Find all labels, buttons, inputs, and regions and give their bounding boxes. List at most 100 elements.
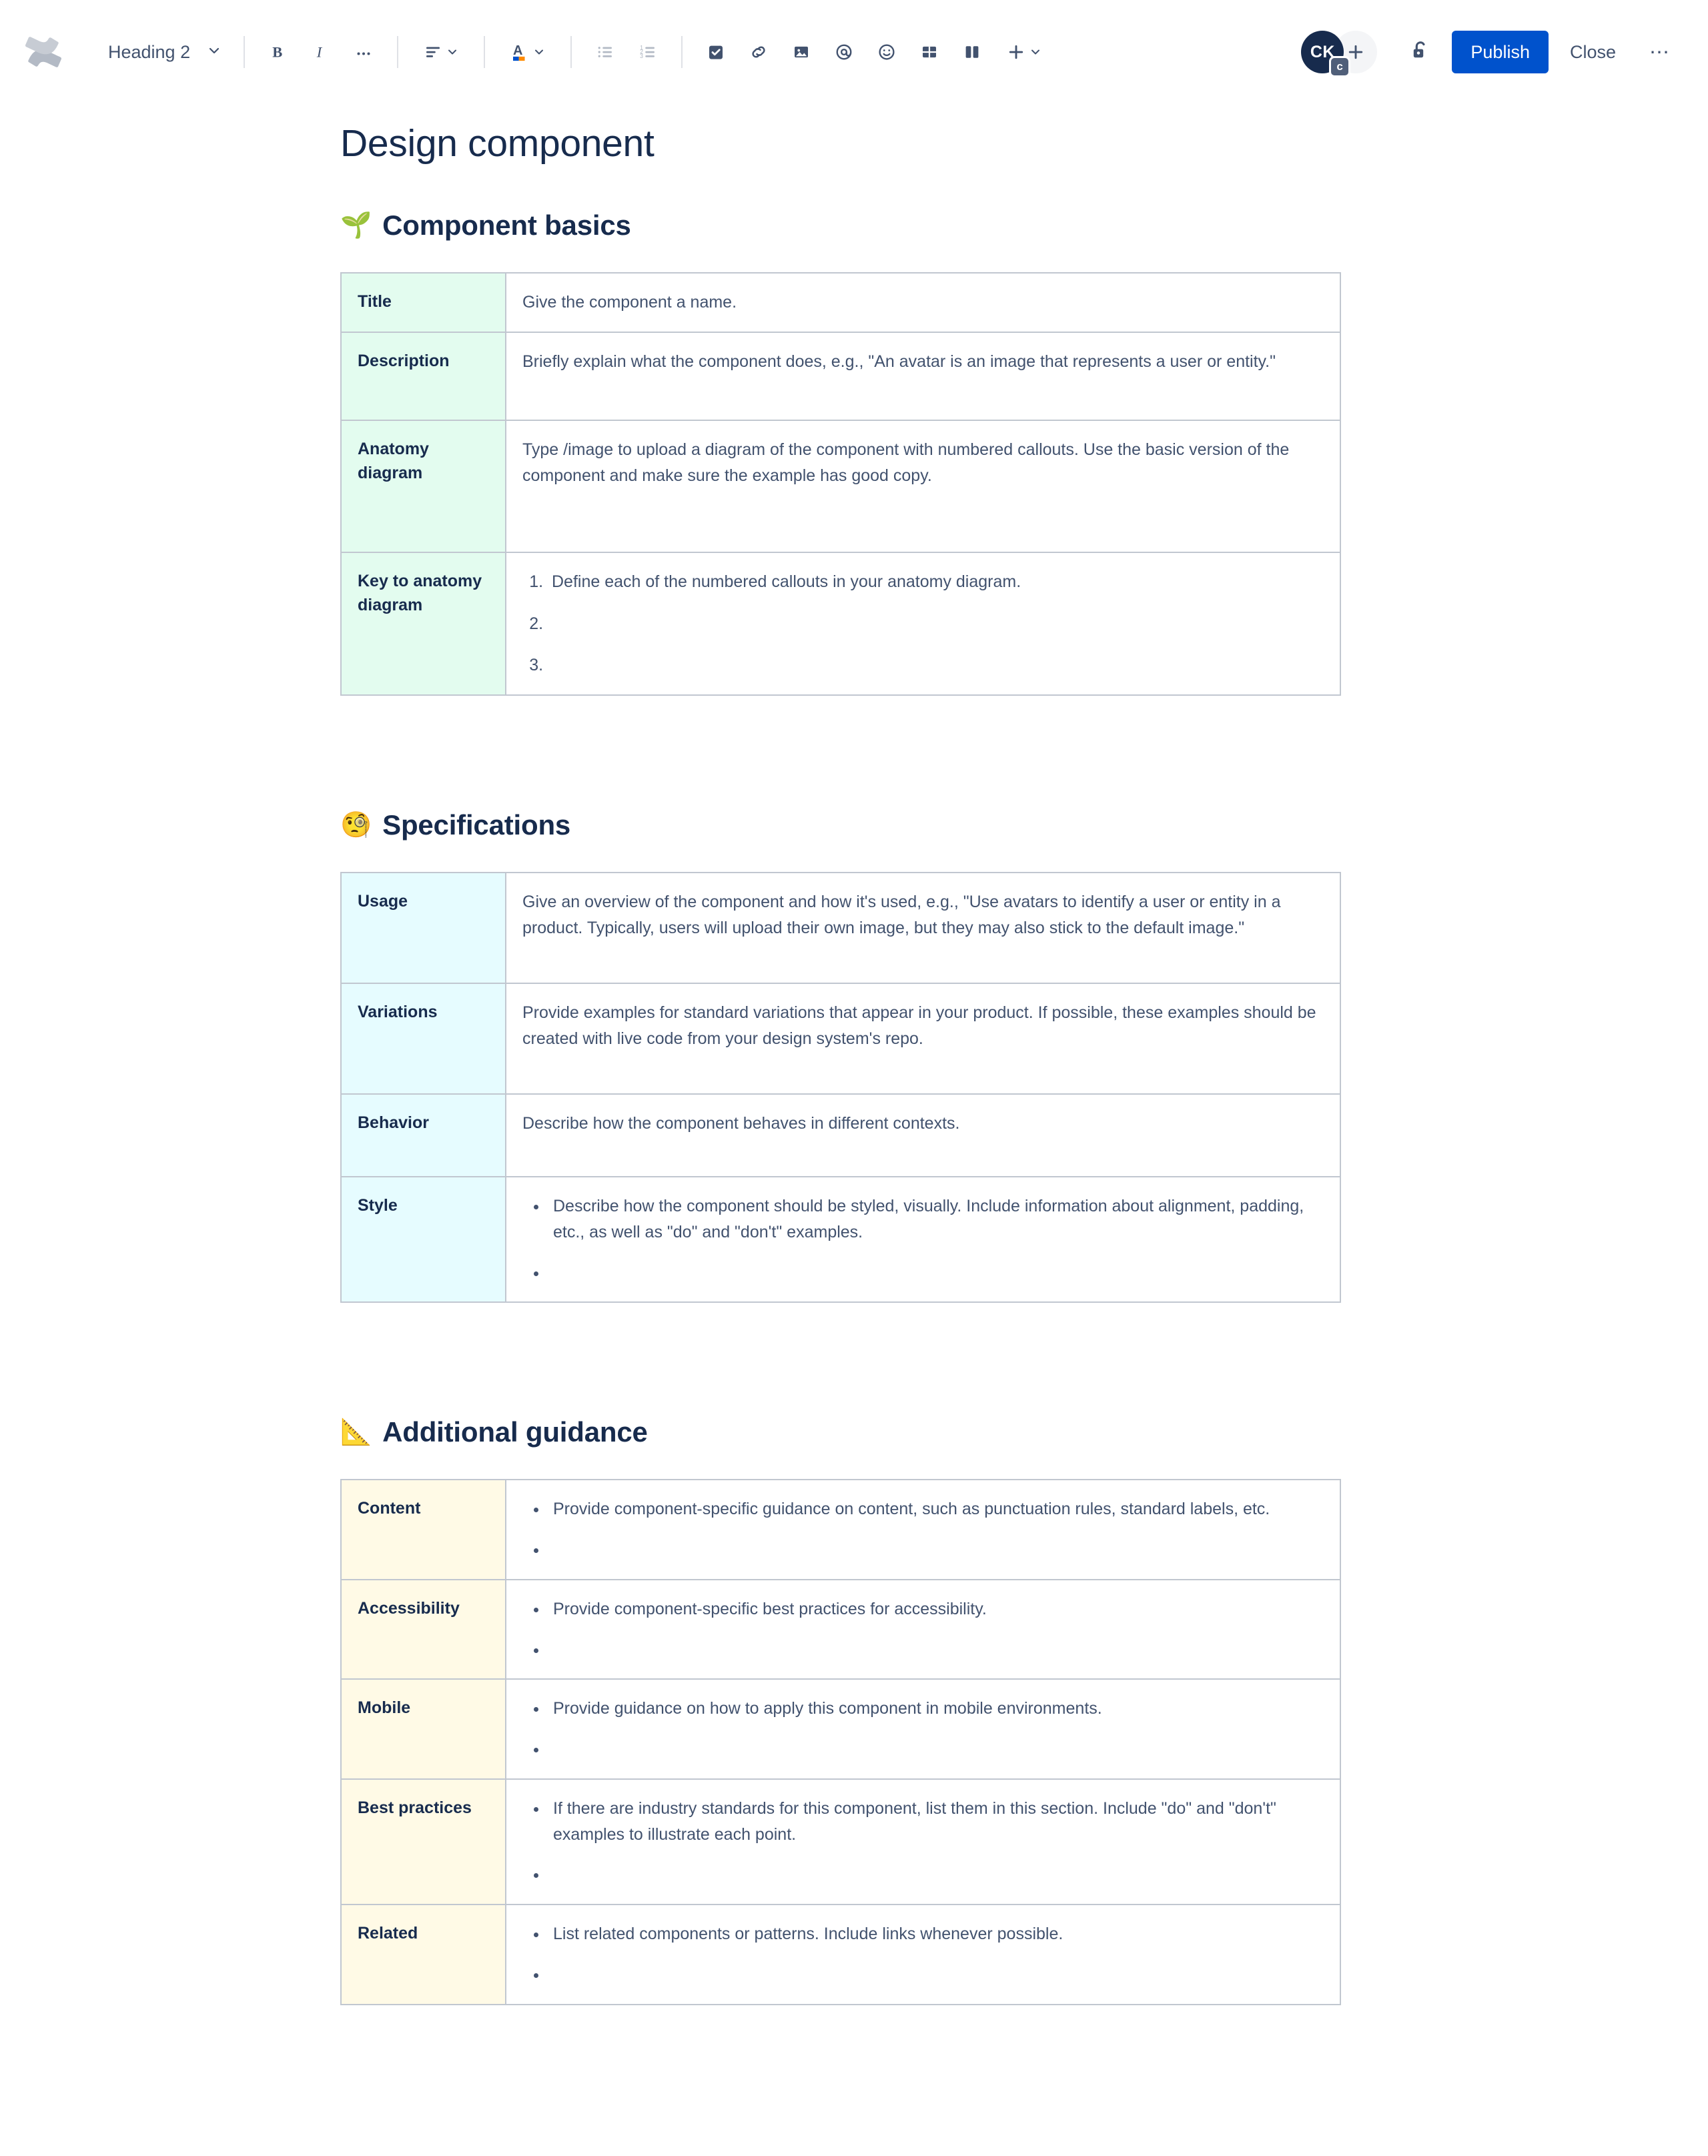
- bullet-list: Provide component-specific guidance on c…: [522, 1496, 1322, 1563]
- toolbar-divider: [397, 36, 399, 68]
- list-item: [548, 1537, 1322, 1563]
- row-value[interactable]: Define each of the numbered callouts in …: [505, 551, 1341, 696]
- row-key[interactable]: Content: [340, 1479, 506, 1580]
- table-row[interactable]: Behavior Describe how the component beha…: [340, 1093, 1341, 1177]
- table-row[interactable]: Mobile Provide guidance on how to apply …: [340, 1678, 1341, 1780]
- row-value[interactable]: Describe how the component behaves in di…: [505, 1093, 1341, 1177]
- heading-style-select[interactable]: Heading 2: [97, 31, 232, 73]
- additional-guidance-table[interactable]: Content Provide component-specific guida…: [340, 1479, 1341, 2005]
- row-value[interactable]: Provide examples for standard variations…: [505, 983, 1341, 1095]
- row-key[interactable]: Anatomy diagram: [340, 419, 506, 553]
- cell-text: Give the component a name.: [522, 293, 737, 312]
- table-row[interactable]: Content Provide component-specific guida…: [340, 1479, 1341, 1580]
- svg-text:B: B: [272, 44, 282, 61]
- list-item: [548, 1736, 1322, 1762]
- italic-button[interactable]: I: [300, 31, 342, 73]
- list-item: [548, 611, 1322, 637]
- list-item: List related components or patterns. Inc…: [548, 1921, 1322, 1947]
- section-heading-label: Additional guidance: [382, 1416, 648, 1448]
- list-item: [548, 1260, 1322, 1286]
- insert-button[interactable]: [993, 31, 1055, 73]
- mention-button[interactable]: [823, 31, 865, 73]
- row-key[interactable]: Best practices: [340, 1778, 506, 1906]
- chevron-down-icon: [446, 45, 459, 59]
- collaborators: CK c: [1301, 31, 1378, 77]
- row-key[interactable]: Usage: [340, 872, 506, 984]
- cell-text: Briefly explain what the component does,…: [522, 352, 1276, 371]
- avatar-status-badge: c: [1329, 56, 1351, 77]
- toolbar-divider: [484, 36, 486, 68]
- task-list-button[interactable]: [695, 31, 737, 73]
- bullet-list-button[interactable]: [584, 31, 626, 73]
- list-item: [548, 1637, 1322, 1663]
- text-align-button[interactable]: [410, 31, 472, 73]
- page-title[interactable]: Design component: [340, 121, 1341, 165]
- restrictions-button[interactable]: [1400, 31, 1441, 73]
- table-row[interactable]: Usage Give an overview of the component …: [340, 872, 1341, 984]
- row-key[interactable]: Title: [340, 272, 506, 333]
- row-value[interactable]: Provide component-specific guidance on c…: [505, 1479, 1341, 1580]
- confluence-logo-icon[interactable]: [23, 31, 64, 73]
- close-button[interactable]: Close: [1554, 31, 1632, 73]
- more-formatting-button[interactable]: [342, 31, 385, 73]
- text-color-button[interactable]: A: [497, 31, 558, 73]
- bullet-list: Provide guidance on how to apply this co…: [522, 1696, 1322, 1762]
- table-row[interactable]: Related List related components or patte…: [340, 1904, 1341, 2005]
- table-row[interactable]: Description Briefly explain what the com…: [340, 331, 1341, 421]
- numbered-list-button[interactable]: 1 2 3: [626, 31, 669, 73]
- layout-button[interactable]: [951, 31, 993, 73]
- list-item: Provide component-specific best practice…: [548, 1596, 1322, 1622]
- row-key[interactable]: Behavior: [340, 1093, 506, 1177]
- row-value[interactable]: List related components or patterns. Inc…: [505, 1904, 1341, 2005]
- section-heading-specifications[interactable]: 🧐 Specifications: [340, 809, 1341, 841]
- bullet-list: List related components or patterns. Inc…: [522, 1921, 1322, 1988]
- row-key[interactable]: Related: [340, 1904, 506, 2005]
- table-button[interactable]: [908, 31, 951, 73]
- link-button[interactable]: [737, 31, 780, 73]
- table-row[interactable]: Variations Provide examples for standard…: [340, 983, 1341, 1095]
- bold-button[interactable]: B: [257, 31, 300, 73]
- image-button[interactable]: [780, 31, 823, 73]
- row-value[interactable]: If there are industry standards for this…: [505, 1778, 1341, 1906]
- editor-toolbar: Heading 2 B I A 1 2 3 CK c Publish Close…: [0, 0, 1708, 104]
- row-value[interactable]: Provide guidance on how to apply this co…: [505, 1678, 1341, 1780]
- section-heading-component-basics[interactable]: 🌱 Component basics: [340, 209, 1341, 241]
- cell-text: Give an overview of the component and ho…: [522, 893, 1281, 937]
- row-value[interactable]: Provide component-specific best practice…: [505, 1578, 1341, 1680]
- row-value[interactable]: Give an overview of the component and ho…: [505, 872, 1341, 984]
- row-key[interactable]: Description: [340, 331, 506, 421]
- row-key[interactable]: Key to anatomy diagram: [340, 551, 506, 696]
- svg-text:I: I: [316, 44, 323, 61]
- row-value[interactable]: Describe how the component should be sty…: [505, 1175, 1341, 1303]
- row-key[interactable]: Style: [340, 1175, 506, 1303]
- section-heading-label: Specifications: [382, 809, 571, 841]
- table-row[interactable]: Accessibility Provide component-specific…: [340, 1578, 1341, 1680]
- table-row[interactable]: Key to anatomy diagram Define each of th…: [340, 551, 1341, 696]
- more-options-button[interactable]: ⋯: [1639, 31, 1681, 73]
- specifications-table[interactable]: Usage Give an overview of the component …: [340, 872, 1341, 1303]
- row-key[interactable]: Variations: [340, 983, 506, 1095]
- table-row[interactable]: Anatomy diagram Type /image to upload a …: [340, 419, 1341, 553]
- bullet-list: Describe how the component should be sty…: [522, 1193, 1322, 1285]
- row-key[interactable]: Accessibility: [340, 1578, 506, 1680]
- toolbar-divider: [570, 36, 572, 68]
- component-basics-table[interactable]: Title Give the component a name. Descrip…: [340, 272, 1341, 696]
- emoji-button[interactable]: [865, 31, 908, 73]
- list-item: Provide component-specific guidance on c…: [548, 1496, 1322, 1522]
- toolbar-divider: [244, 36, 246, 68]
- row-value[interactable]: Type /image to upload a diagram of the c…: [505, 419, 1341, 553]
- chevron-down-icon: [1029, 45, 1042, 59]
- row-value[interactable]: Briefly explain what the component does,…: [505, 331, 1341, 421]
- list-item: [548, 1862, 1322, 1888]
- table-row[interactable]: Title Give the component a name.: [340, 272, 1341, 333]
- row-value[interactable]: Give the component a name.: [505, 272, 1341, 333]
- section-heading-additional-guidance[interactable]: 📐 Additional guidance: [340, 1416, 1341, 1448]
- table-row[interactable]: Best practices If there are industry sta…: [340, 1778, 1341, 1906]
- table-row[interactable]: Style Describe how the component should …: [340, 1175, 1341, 1303]
- row-key[interactable]: Mobile: [340, 1678, 506, 1780]
- seedling-emoji: 🌱: [340, 211, 372, 239]
- avatar[interactable]: CK c: [1301, 31, 1351, 77]
- list-item: [548, 652, 1322, 678]
- publish-button[interactable]: Publish: [1452, 31, 1549, 73]
